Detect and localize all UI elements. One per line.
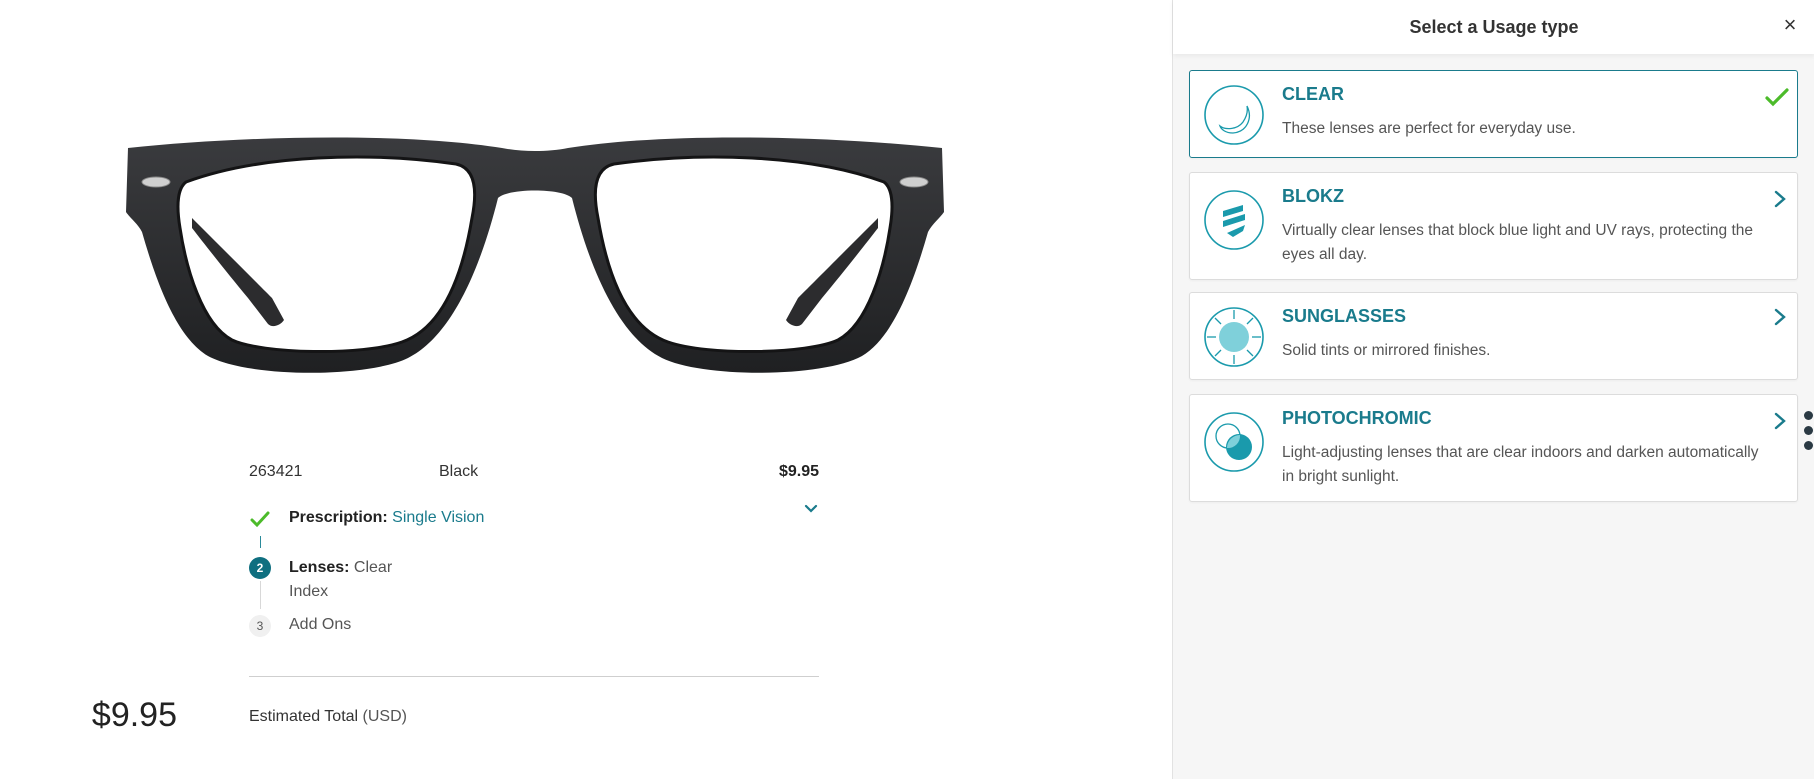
check-icon: [1765, 88, 1789, 107]
configuration-steps: Prescription: Single Vision 2 Lenses: Cl…: [249, 499, 819, 637]
option-description: Solid tints or mirrored finishes.: [1282, 342, 1491, 359]
step-prescription-label: Prescription:: [289, 509, 388, 526]
product-sku: 263421: [249, 463, 303, 480]
chevron-right-icon: [1774, 190, 1786, 208]
eyeglasses-image: [126, 137, 944, 373]
step-connector: [260, 581, 261, 609]
estimated-total-value: $9.95: [91, 696, 177, 734]
step-number-badge: 2: [249, 557, 271, 579]
option-title: CLEAR: [1282, 84, 1344, 104]
divider: [249, 676, 819, 677]
chevron-right-icon: [1774, 308, 1786, 326]
usage-option-clear[interactable]: CLEAR These lenses are perfect for every…: [1189, 70, 1798, 158]
option-description: Light-adjusting lenses that are clear in…: [1282, 444, 1759, 485]
step-add-ons-label: Add Ons: [289, 616, 352, 633]
panel-header: Select a Usage type ×: [1173, 0, 1814, 54]
total-currency-unit: (USD): [362, 708, 407, 725]
sun-icon: [1204, 307, 1264, 367]
step-lenses-value: Clear: [353, 559, 393, 576]
step-number-badge: 3: [249, 615, 271, 637]
step-lenses-label: Lenses:: [289, 559, 350, 576]
blokz-icon: [1204, 190, 1264, 250]
product-info-row: 263421 Black $9.95: [249, 463, 819, 485]
usage-option-blokz[interactable]: BLOKZ Virtually clear lenses that block …: [1189, 172, 1798, 280]
option-description: Virtually clear lenses that block blue l…: [1282, 222, 1753, 263]
estimated-total-label: Estimated Total (USD): [249, 708, 407, 726]
panel-title: Select a Usage type: [1409, 17, 1579, 37]
usage-type-panel: Select a Usage type × CLEAR These lenses…: [1172, 0, 1814, 779]
chevron-down-icon[interactable]: [803, 501, 819, 517]
clear-lens-icon: [1204, 85, 1264, 145]
more-options-icon[interactable]: [1804, 411, 1814, 456]
usage-option-sunglasses[interactable]: SUNGLASSES Solid tints or mirrored finis…: [1189, 292, 1798, 380]
order-summary: 263421 Black $9.95 Prescription: Single …: [249, 463, 819, 637]
check-icon: [249, 509, 271, 531]
step-lenses-value-line2: Index: [289, 583, 329, 600]
step-connector: [260, 536, 261, 548]
step-prescription-value: Single Vision: [392, 509, 485, 526]
total-label-text: Estimated Total: [249, 708, 359, 725]
product-price: $9.95: [778, 463, 819, 480]
product-summary-pane: 263421 Black $9.95 Prescription: Single …: [0, 0, 1172, 779]
option-title: PHOTOCHROMIC: [1282, 408, 1432, 428]
option-title: BLOKZ: [1282, 186, 1344, 206]
option-title: SUNGLASSES: [1282, 306, 1407, 326]
usage-option-photochromic[interactable]: PHOTOCHROMIC Light-adjusting lenses that…: [1189, 394, 1798, 502]
photochromic-icon: [1204, 412, 1264, 472]
product-color: Black: [439, 463, 479, 480]
option-description: These lenses are perfect for everyday us…: [1282, 120, 1576, 137]
chevron-right-icon: [1774, 412, 1786, 430]
close-icon[interactable]: ×: [1779, 14, 1801, 36]
